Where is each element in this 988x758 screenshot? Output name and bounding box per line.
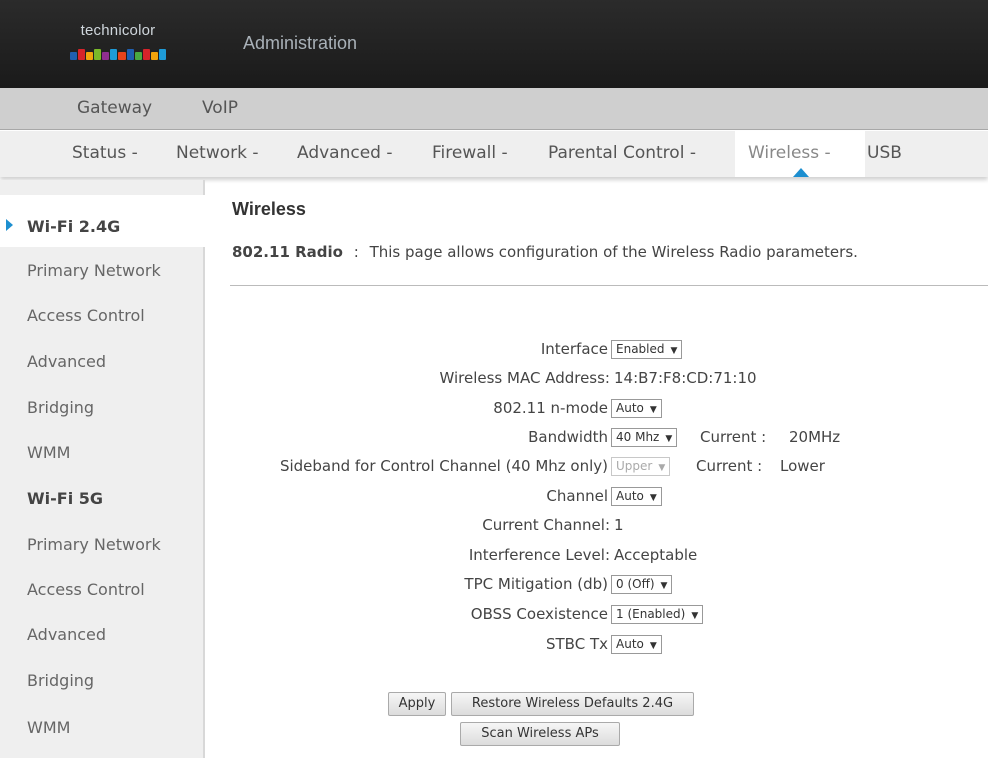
- sideband-label: Sideband for Control Channel (40 Mhz onl…: [279, 457, 608, 475]
- stbc-label: STBC Tx: [546, 635, 608, 653]
- logo-text: technicolor: [80, 22, 156, 39]
- sidebar-item-primary-network-24g[interactable]: Primary Network: [27, 261, 161, 280]
- channel-select[interactable]: Auto ▼: [611, 487, 662, 506]
- scan-wireless-aps-button[interactable]: Scan Wireless APs: [460, 722, 620, 746]
- menu-firewall[interactable]: Firewall -: [432, 143, 508, 163]
- tab-gateway[interactable]: Gateway: [77, 98, 152, 118]
- menu-wireless[interactable]: Wireless -: [748, 143, 831, 163]
- interface-row: Interface Enabled ▼: [0, 338, 988, 360]
- logo-color-segment: [142, 49, 150, 60]
- nmode-row: 802.11 n-mode Auto ▼: [0, 397, 988, 419]
- bandwidth-label: Bandwidth: [528, 428, 608, 446]
- sidebar-item-access-control-24g[interactable]: Access Control: [27, 306, 145, 325]
- nmode-value: Auto: [616, 401, 644, 415]
- nmode-label: 802.11 n-mode: [493, 399, 608, 417]
- interface-value: Enabled: [616, 342, 665, 356]
- bandwidth-row: Bandwidth 40 Mhz ▼ Current : 20MHz: [0, 426, 988, 448]
- menu-network[interactable]: Network -: [176, 143, 259, 163]
- sideband-current-label: Current :: [696, 457, 763, 475]
- tpc-select[interactable]: 0 (Off) ▼: [611, 575, 673, 594]
- tpc-row: TPC Mitigation (db) 0 (Off) ▼: [0, 573, 988, 595]
- menu-usb[interactable]: USB: [867, 143, 902, 163]
- dropdown-arrow-icon: ▼: [649, 641, 657, 651]
- interference-value: Acceptable: [614, 546, 698, 564]
- sidebar-item-bridging-5g[interactable]: Bridging: [27, 671, 94, 690]
- logo-color-segment: [102, 52, 110, 60]
- obss-row: OBSS Coexistence 1 (Enabled) ▼: [0, 603, 988, 625]
- channel-label: Channel: [546, 487, 608, 505]
- bandwidth-select[interactable]: 40 Mhz ▼: [611, 428, 678, 447]
- logo-color-segment: [118, 52, 126, 60]
- dropdown-arrow-icon: ▼: [665, 434, 673, 444]
- channel-value: Auto: [616, 489, 644, 503]
- dropdown-arrow-icon: ▼: [670, 346, 678, 356]
- menu-status[interactable]: Status -: [72, 143, 138, 163]
- menu-parental-control[interactable]: Parental Control -: [548, 143, 696, 163]
- logo-color-segment: [110, 49, 118, 60]
- description-separator: :: [353, 243, 359, 261]
- obss-select[interactable]: 1 (Enabled) ▼: [611, 605, 704, 624]
- dropdown-arrow-icon: ▼: [660, 581, 668, 591]
- dropdown-arrow-icon: ▼: [658, 463, 666, 473]
- bandwidth-value: 40 Mhz: [616, 430, 660, 444]
- description-text: This page allows configuration of the Wi…: [369, 243, 858, 261]
- bandwidth-current-value: 20MHz: [789, 428, 841, 446]
- stbc-row: STBC Tx Auto ▼: [0, 633, 988, 655]
- dropdown-arrow-icon: ▼: [649, 493, 657, 503]
- stbc-value: Auto: [616, 637, 644, 651]
- sideband-current-value: Lower: [780, 457, 825, 475]
- header-bar: technicolor Administration: [0, 0, 988, 88]
- mac-row: Wireless MAC Address: 14:B7:F8:CD:71:10: [0, 367, 988, 389]
- menu-advanced[interactable]: Advanced -: [297, 143, 393, 163]
- admin-title: Administration: [243, 33, 358, 53]
- interface-label: Interface: [540, 340, 608, 358]
- sidebar-section-wifi-24g[interactable]: Wi-Fi 2.4G: [27, 217, 120, 236]
- page-title: Wireless: [232, 199, 306, 219]
- current-channel-row: Current Channel: 1: [0, 514, 988, 536]
- logo-color-segment: [150, 52, 158, 60]
- logo-color-segment: [134, 52, 142, 60]
- technicolor-logo[interactable]: technicolor: [62, 22, 174, 64]
- sidebar-current-caret-icon: [6, 219, 13, 231]
- top-nav: Gateway VoIP: [0, 88, 988, 130]
- mac-value: 14:B7:F8:CD:71:10: [614, 369, 757, 387]
- restore-defaults-button[interactable]: Restore Wireless Defaults 2.4G: [451, 692, 694, 716]
- stbc-select[interactable]: Auto ▼: [611, 635, 662, 654]
- menu-bar: Status - Network - Advanced - Firewall -…: [0, 131, 988, 177]
- divider: [230, 285, 988, 286]
- interface-select[interactable]: Enabled ▼: [611, 340, 683, 359]
- description-heading: 802.11 Radio: [232, 243, 343, 261]
- mac-label: Wireless MAC Address:: [439, 369, 610, 387]
- current-channel-label: Current Channel:: [482, 516, 610, 534]
- sideband-row: Sideband for Control Channel (40 Mhz onl…: [0, 455, 988, 477]
- nmode-select[interactable]: Auto ▼: [611, 399, 662, 418]
- current-channel-value: 1: [614, 516, 624, 534]
- interference-label: Interference Level:: [468, 546, 610, 564]
- active-menu-caret-icon: [793, 168, 809, 177]
- apply-button[interactable]: Apply: [388, 692, 446, 716]
- tpc-value: 0 (Off): [616, 577, 655, 591]
- logo-color-segment: [86, 52, 94, 60]
- page-description: 802.11 Radio : This page allows configur…: [232, 243, 858, 261]
- sideband-value: Upper: [616, 459, 653, 473]
- logo-color-segment: [94, 49, 102, 60]
- sideband-select[interactable]: Upper ▼: [611, 457, 671, 476]
- channel-row: Channel Auto ▼: [0, 485, 988, 507]
- obss-value: 1 (Enabled): [616, 607, 686, 621]
- logo-color-segment: [70, 52, 78, 60]
- logo-color-segment: [78, 49, 86, 60]
- tpc-label: TPC Mitigation (db): [464, 575, 608, 593]
- interference-row: Interference Level: Acceptable: [0, 544, 988, 566]
- obss-label: OBSS Coexistence: [470, 605, 608, 623]
- dropdown-arrow-icon: ▼: [691, 611, 699, 621]
- logo-color-segment: [126, 49, 134, 60]
- sidebar-item-wmm-5g[interactable]: WMM: [27, 718, 70, 737]
- logo-color-bar: [70, 49, 166, 60]
- logo-color-segment: [158, 49, 166, 60]
- dropdown-arrow-icon: ▼: [649, 405, 657, 415]
- tab-voip[interactable]: VoIP: [202, 98, 238, 118]
- bandwidth-current-label: Current :: [700, 428, 767, 446]
